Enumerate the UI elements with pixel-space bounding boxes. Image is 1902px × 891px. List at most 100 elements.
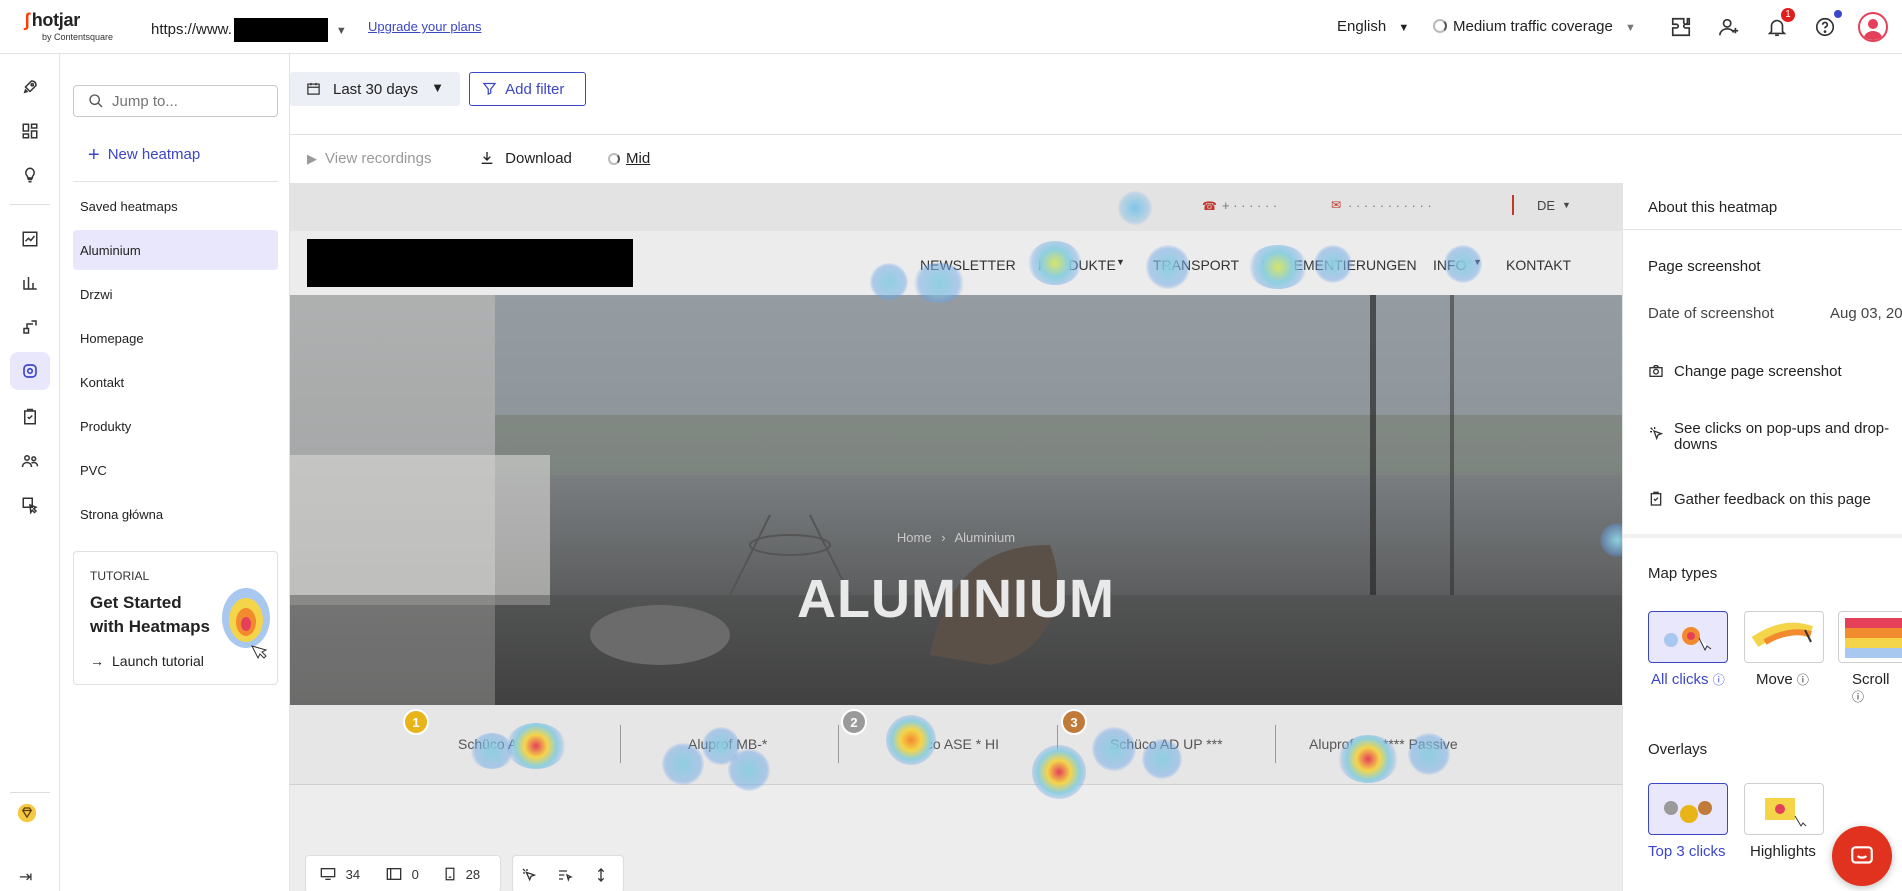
heatmap-item[interactable]: Kontakt bbox=[73, 362, 278, 402]
site-divider bbox=[1512, 195, 1514, 215]
camera-icon bbox=[1649, 365, 1663, 377]
highlights-icon[interactable] bbox=[17, 492, 43, 518]
user-avatar-icon[interactable] bbox=[1858, 12, 1888, 42]
heatmap-item[interactable]: Strona główna bbox=[73, 494, 278, 534]
traffic-coverage-selector[interactable]: Medium traffic coverage ▼ bbox=[1433, 18, 1636, 35]
date-range-picker[interactable]: Last 30 days ▼ bbox=[290, 72, 460, 106]
plus-icon: + bbox=[88, 144, 100, 166]
view-recordings-button[interactable]: ▶ View recordings bbox=[307, 150, 431, 167]
heat-spot bbox=[1338, 735, 1398, 783]
info-icon: ⓘ bbox=[1712, 673, 1725, 687]
all-clicks-text: All clicks bbox=[1651, 671, 1709, 688]
dashboard-icon[interactable] bbox=[17, 118, 43, 144]
all-clicks-map-tile[interactable] bbox=[1648, 611, 1728, 663]
scroll-map-tile[interactable] bbox=[1838, 611, 1902, 663]
popups-clicks-label: See clicks on pop-ups and drop-downs bbox=[1674, 420, 1890, 453]
desktop-count: 34 bbox=[345, 867, 361, 882]
upgrade-link[interactable]: Upgrade your plans bbox=[368, 19, 481, 34]
heatmap-item[interactable]: Drzwi bbox=[73, 274, 278, 314]
highlights-label[interactable]: Highlights bbox=[1750, 843, 1816, 860]
sidebar-divider bbox=[73, 181, 278, 182]
site-hero-image: Home › Aluminium ALUMINIUM bbox=[290, 295, 1622, 705]
traffic-ring-icon bbox=[1433, 19, 1447, 33]
traffic-level-label: Mid bbox=[626, 150, 651, 167]
top-3-clicks-tile[interactable] bbox=[1648, 783, 1728, 835]
add-filter-button[interactable]: Add filter bbox=[469, 72, 586, 106]
site-breadcrumb: Home › Aluminium bbox=[290, 530, 1622, 545]
site-hero-title: ALUMINIUM bbox=[797, 569, 1115, 629]
heat-spot bbox=[870, 263, 908, 301]
download-button[interactable]: Download bbox=[479, 150, 572, 167]
gem-icon[interactable] bbox=[17, 803, 37, 828]
heatmap-item[interactable]: Aluminium bbox=[73, 230, 278, 270]
language-selector[interactable]: English ▼ bbox=[1337, 18, 1409, 35]
surveys-icon[interactable] bbox=[17, 404, 43, 430]
heatmap-item[interactable]: Produkty bbox=[73, 406, 278, 446]
tablet-device-button[interactable]: 0 bbox=[386, 867, 419, 882]
help-icon[interactable] bbox=[1812, 10, 1842, 40]
highlights-tile[interactable] bbox=[1744, 783, 1824, 835]
hotjar-logo[interactable]: ʃ hotjar by Contentsquare bbox=[24, 10, 113, 42]
interviews-icon[interactable] bbox=[17, 448, 43, 474]
mobile-device-button[interactable]: 28 bbox=[444, 867, 480, 882]
device-selector: 34 0 28 bbox=[305, 855, 501, 891]
trends-icon[interactable] bbox=[17, 226, 43, 252]
popups-clicks-button[interactable]: See clicks on pop-ups and drop-downs bbox=[1648, 421, 1898, 453]
move-map-tile[interactable] bbox=[1744, 611, 1824, 663]
gather-feedback-button[interactable]: Gather feedback on this page bbox=[1648, 491, 1898, 508]
traffic-label: Medium traffic coverage bbox=[1453, 18, 1613, 35]
rail-divider bbox=[10, 204, 50, 205]
heat-spot bbox=[1092, 727, 1136, 771]
page-screenshot-title: Page screenshot bbox=[1648, 258, 1761, 275]
click-tool-icon[interactable] bbox=[521, 867, 537, 886]
heatmaps-icon[interactable] bbox=[10, 352, 50, 390]
chevron-down-icon: ▼ bbox=[1116, 257, 1125, 267]
chevron-down-icon: ▼ bbox=[1624, 22, 1636, 34]
heat-spot bbox=[912, 263, 966, 303]
jump-search[interactable] bbox=[73, 85, 278, 117]
heatmap-canvas[interactable]: ☎ + · · · · · · ✉ · · · · · · · · · · · … bbox=[290, 183, 1622, 891]
search-input[interactable] bbox=[112, 93, 272, 110]
tutorial-card: TUTORIAL Get Started with Heatmaps → Laun… bbox=[73, 551, 278, 685]
lightbulb-icon[interactable] bbox=[17, 162, 43, 188]
funnels-icon[interactable] bbox=[17, 270, 43, 296]
filter-icon bbox=[482, 81, 497, 98]
language-label: English bbox=[1337, 18, 1387, 35]
heat-spot bbox=[1444, 245, 1482, 283]
panel-divider bbox=[1623, 534, 1902, 538]
heat-spot bbox=[1408, 733, 1450, 775]
filters-bar: Last 30 days ▼ Add filter bbox=[290, 54, 1902, 135]
desktop-device-button[interactable]: 34 bbox=[320, 867, 360, 882]
new-heatmap-label: New heatmap bbox=[107, 146, 201, 163]
invite-user-icon[interactable] bbox=[1716, 14, 1742, 40]
integrations-icon[interactable] bbox=[1668, 14, 1694, 40]
heat-spot bbox=[1248, 245, 1308, 289]
desktop-icon bbox=[320, 868, 336, 880]
journeys-icon[interactable] bbox=[17, 314, 43, 340]
heatmap-item[interactable]: Homepage bbox=[73, 318, 278, 358]
rocket-icon[interactable] bbox=[17, 74, 43, 100]
all-clicks-label[interactable]: All clicks ⓘ bbox=[1651, 671, 1725, 688]
scroll-label[interactable]: Scroll ⓘ bbox=[1852, 671, 1902, 705]
notifications-icon[interactable]: 1 bbox=[1764, 8, 1795, 40]
chat-support-icon[interactable] bbox=[1832, 826, 1892, 886]
download-label: Download bbox=[505, 150, 572, 167]
new-heatmap-button[interactable]: + New heatmap bbox=[88, 144, 200, 167]
site-topbar: ☎ + · · · · · · ✉ · · · · · · · · · · · … bbox=[290, 183, 1622, 231]
traffic-level-button[interactable]: Mid bbox=[608, 150, 650, 167]
screenshot-date-value: Aug 03, 20 bbox=[1830, 305, 1902, 322]
change-screenshot-button[interactable]: Change page screenshot bbox=[1648, 363, 1898, 380]
breadcrumb-home: Home bbox=[896, 530, 932, 545]
tutorial-title: Get Started with Heatmaps bbox=[90, 593, 210, 636]
heatmap-item[interactable]: PVC bbox=[73, 450, 278, 490]
launch-tutorial-button[interactable]: → Launch tutorial bbox=[90, 653, 204, 669]
move-label[interactable]: Move ⓘ bbox=[1756, 671, 1809, 688]
site-url-selector[interactable]: https://www. ▼ bbox=[151, 18, 347, 42]
expand-vertical-icon[interactable] bbox=[593, 867, 609, 886]
saved-heatmaps-title: Saved heatmaps bbox=[80, 199, 178, 214]
play-icon: ▶ bbox=[307, 151, 317, 166]
collapse-sidebar-icon[interactable]: ⇥ bbox=[19, 867, 32, 887]
chevron-down-icon: ▼ bbox=[1398, 22, 1410, 34]
top-3-clicks-label[interactable]: Top 3 clicks bbox=[1648, 843, 1726, 860]
segment-tool-icon[interactable] bbox=[557, 867, 573, 886]
